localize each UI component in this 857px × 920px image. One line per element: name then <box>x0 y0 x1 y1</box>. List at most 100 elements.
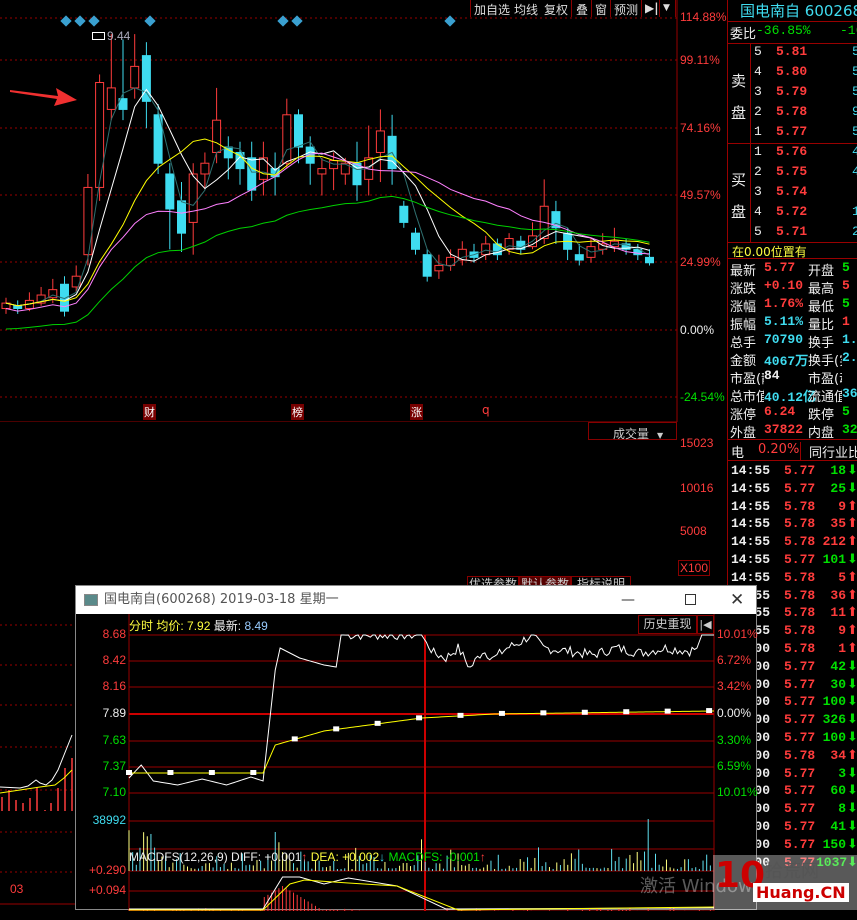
arrow-up-icon: ⬆ <box>847 623 857 639</box>
avg-marker <box>664 708 671 714</box>
candle <box>177 200 186 234</box>
arrow-down-icon: ⬇ <box>847 765 857 781</box>
trade-time: 14:55 <box>731 516 771 532</box>
stat-value: 37822 <box>764 422 804 437</box>
minimize-icon[interactable]: — <box>621 586 635 614</box>
stat-value: 329 <box>842 422 857 437</box>
axis-label: 114.88% <box>680 10 727 24</box>
trade-price: 5.77 <box>784 480 816 496</box>
last-label: 最新: <box>213 619 242 633</box>
stat-value: 70790 <box>764 332 804 347</box>
order-ratio-value: -36.85% <box>756 23 811 38</box>
stat-label: 总手 <box>730 336 757 351</box>
stat-label: 市盈(动) <box>808 372 842 387</box>
bid-price: 5.72 <box>776 204 808 219</box>
arrow-up-icon: ⬆ <box>847 516 857 532</box>
candle <box>481 243 491 256</box>
bid-row: 4 5.72 1 <box>728 204 857 222</box>
avg-marker <box>457 712 464 718</box>
bid-row: 5 5.71 2 <box>728 224 857 242</box>
price-axis-label: 8.42 <box>102 653 126 667</box>
level-label: 3 <box>754 184 762 199</box>
event-marker-list[interactable]: 榜 <box>291 404 304 420</box>
level-label: 2 <box>754 164 762 179</box>
pct-axis-label: 0.00% <box>717 706 752 720</box>
overlay-button[interactable]: 叠 <box>573 0 593 17</box>
trade-price: 5.78 <box>784 534 816 550</box>
ask-row: 5 5.81 5 <box>728 44 857 62</box>
bid-volume: 2 <box>852 224 857 239</box>
window-button[interactable]: 窗 <box>592 0 612 17</box>
trade-price: 5.77 <box>784 658 816 674</box>
trade-price: 5.78 <box>784 747 816 763</box>
stat-label: 跌停 <box>808 408 835 423</box>
add-watchlist-button[interactable]: 加自选 <box>470 0 515 17</box>
stat-label: 最低 <box>808 300 835 315</box>
arrow-down-icon: ⬇ <box>847 480 857 496</box>
stat-label: 换手 <box>808 336 835 351</box>
chevron-down-icon: ▼ <box>657 431 664 440</box>
ma-button[interactable]: 均线 <box>511 0 543 17</box>
trade-volume: 1 <box>838 641 846 656</box>
level-label: 4 <box>754 204 762 219</box>
stat-label: 最高 <box>808 282 835 297</box>
popup-title: 国电南自(600268) 2019-03-18 星期一 <box>104 592 339 607</box>
forecast-button[interactable]: 预测 <box>611 0 643 17</box>
level-label: 1 <box>754 124 762 139</box>
trade-price: 5.77 <box>784 730 816 745</box>
candle <box>247 157 257 191</box>
intraday-chart[interactable] <box>76 614 758 911</box>
trade-volume: 11 <box>830 605 846 621</box>
ask-volume: 5 <box>852 124 857 139</box>
trade-row: 14:55 5.78 212 ⬆ <box>728 534 857 552</box>
bid-row: 3 5.74 <box>728 184 857 202</box>
avg-label: 均价: <box>156 619 184 633</box>
arrow-up-icon: ⬆ <box>847 641 857 656</box>
rewind-icon[interactable]: |◀ <box>697 615 714 634</box>
pct-axis-label: 10.01% <box>717 627 758 641</box>
ask-volume: 5 <box>852 44 857 59</box>
arrow-down-icon: ⬇ <box>847 676 857 692</box>
event-marker-q[interactable]: q <box>482 403 490 417</box>
candle <box>375 130 385 153</box>
popup-title-bar[interactable]: 国电南自(600268) 2019-03-18 星期一 — ✕ <box>76 586 756 614</box>
bid-volume: 4 <box>852 164 857 179</box>
arrow-down-icon: ⬇ <box>847 712 857 728</box>
chevron-down-icon[interactable]: ▼ <box>660 0 676 17</box>
stat-row: 涨停 6.24 跌停 5 <box>728 404 857 423</box>
ask-price: 5.79 <box>776 84 808 99</box>
history-replay-button[interactable]: 历史重现 <box>638 615 697 634</box>
bid-price: 5.71 <box>776 224 808 239</box>
price-axis-label: 7.10 <box>102 785 126 799</box>
goto-end-icon[interactable]: ▶| <box>642 0 660 17</box>
arrow-up-icon: ↑ <box>301 850 308 864</box>
avg-marker <box>126 770 132 775</box>
candle <box>294 114 303 148</box>
event-marker-finance[interactable]: 财 <box>143 404 156 420</box>
candle <box>645 256 654 264</box>
stat-label: 振幅 <box>730 318 757 333</box>
maximize-icon[interactable] <box>685 594 696 605</box>
bid-volume: 4 <box>852 144 857 159</box>
intraday-header: 分时 均价: 7.92 最新: 8.49 <box>129 617 268 634</box>
peer-compare-button[interactable]: 同行业比较 <box>800 442 857 461</box>
pct-axis-label: 10.01% <box>717 785 758 799</box>
candle <box>340 162 350 175</box>
stat-label: 涨幅 <box>730 300 757 315</box>
level-label: 5 <box>754 224 762 239</box>
site-logo-watermark: 10 拾荒网 Huang.CN <box>713 855 857 910</box>
avg-value: 7.92 <box>187 619 211 633</box>
macd-dea: DEA: +0.002 <box>310 850 380 864</box>
trade-price: 5.78 <box>784 587 816 603</box>
indicator-dropdown[interactable]: 成交量 ▼ <box>588 422 677 441</box>
level-label: 3 <box>754 84 762 99</box>
trade-volume: 326 <box>822 712 846 728</box>
trade-time: 14:55 <box>731 463 771 478</box>
close-icon[interactable]: ✕ <box>730 586 744 614</box>
candle <box>188 173 198 223</box>
kline-chart[interactable] <box>0 0 727 422</box>
pct-axis-label: 6.72% <box>717 653 752 667</box>
trade-volume: 18 <box>830 463 846 478</box>
adjust-button[interactable]: 复权 <box>541 0 573 17</box>
event-marker-limit[interactable]: 涨 <box>410 404 423 420</box>
